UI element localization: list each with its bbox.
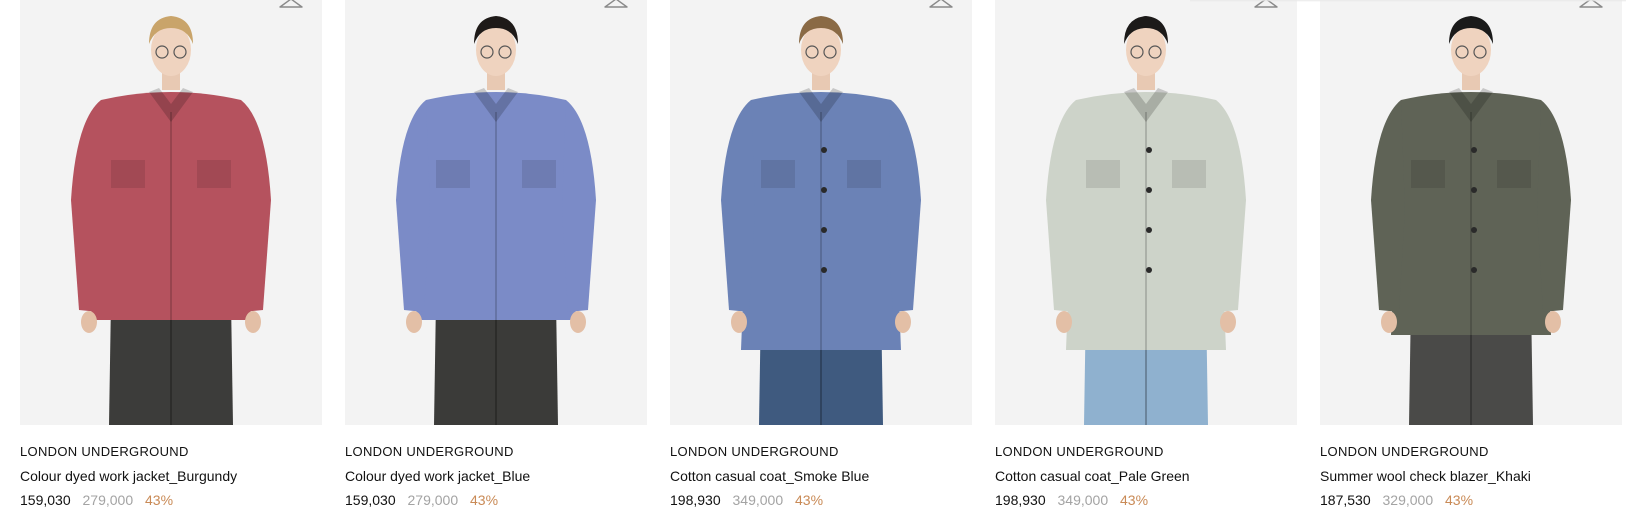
sale-price: 159,030 xyxy=(20,492,71,508)
product-image[interactable] xyxy=(20,0,322,425)
discount-rate: 43% xyxy=(470,492,499,508)
product-name[interactable]: Colour dyed work jacket_Blue xyxy=(345,468,647,485)
product-name[interactable]: Cotton casual coat_Smoke Blue xyxy=(670,468,972,485)
product-prices: 159,030 279,000 43% xyxy=(345,492,647,509)
original-price: 329,000 xyxy=(1382,492,1434,508)
product-card[interactable]: LONDON UNDERGROUND Colour dyed work jack… xyxy=(20,0,322,511)
original-price: 349,000 xyxy=(1057,492,1109,508)
product-info: LONDON UNDERGROUND Cotton casual coat_Sm… xyxy=(670,425,972,509)
product-brand[interactable]: LONDON UNDERGROUND xyxy=(20,444,322,460)
product-image[interactable] xyxy=(345,0,647,425)
product-prices: 198,930 349,000 43% xyxy=(995,492,1297,509)
product-brand[interactable]: LONDON UNDERGROUND xyxy=(345,444,647,460)
model-photo xyxy=(670,0,972,425)
sale-price: 198,930 xyxy=(670,492,721,508)
model-photo xyxy=(20,0,322,425)
product-info: LONDON UNDERGROUND Colour dyed work jack… xyxy=(20,425,322,509)
hanger-icon[interactable] xyxy=(278,0,304,10)
original-price: 279,000 xyxy=(82,492,134,508)
model-photo xyxy=(345,0,647,425)
model-photo xyxy=(995,0,1297,425)
product-brand[interactable]: LONDON UNDERGROUND xyxy=(995,444,1297,460)
product-info: LONDON UNDERGROUND Summer wool check bla… xyxy=(1320,425,1622,509)
product-card[interactable]: LONDON UNDERGROUND Summer wool check bla… xyxy=(1320,0,1622,511)
product-image[interactable] xyxy=(1320,0,1622,425)
product-name[interactable]: Colour dyed work jacket_Burgundy xyxy=(20,468,322,485)
product-card[interactable]: LONDON UNDERGROUND Cotton casual coat_Pa… xyxy=(995,0,1297,511)
product-name[interactable]: Summer wool check blazer_Khaki xyxy=(1320,468,1622,485)
hanger-icon[interactable] xyxy=(928,0,954,10)
discount-rate: 43% xyxy=(795,492,824,508)
original-price: 349,000 xyxy=(732,492,784,508)
product-info: LONDON UNDERGROUND Cotton casual coat_Pa… xyxy=(995,425,1297,509)
product-image[interactable] xyxy=(670,0,972,425)
product-image[interactable] xyxy=(995,0,1297,425)
product-brand[interactable]: LONDON UNDERGROUND xyxy=(670,444,972,460)
product-prices: 159,030 279,000 43% xyxy=(20,492,322,509)
product-name[interactable]: Cotton casual coat_Pale Green xyxy=(995,468,1297,485)
product-card[interactable]: LONDON UNDERGROUND Colour dyed work jack… xyxy=(345,0,647,511)
sale-price: 159,030 xyxy=(345,492,396,508)
product-grid: LONDON UNDERGROUND Colour dyed work jack… xyxy=(0,0,1626,511)
overlay-shadow xyxy=(1190,0,1626,2)
product-prices: 187,530 329,000 43% xyxy=(1320,492,1622,509)
discount-rate: 43% xyxy=(145,492,174,508)
product-brand[interactable]: LONDON UNDERGROUND xyxy=(1320,444,1622,460)
model-photo xyxy=(1320,0,1622,425)
hanger-icon[interactable] xyxy=(603,0,629,10)
original-price: 279,000 xyxy=(407,492,459,508)
sale-price: 187,530 xyxy=(1320,492,1371,508)
discount-rate: 43% xyxy=(1120,492,1149,508)
product-info: LONDON UNDERGROUND Colour dyed work jack… xyxy=(345,425,647,509)
discount-rate: 43% xyxy=(1445,492,1474,508)
product-prices: 198,930 349,000 43% xyxy=(670,492,972,509)
product-card[interactable]: LONDON UNDERGROUND Cotton casual coat_Sm… xyxy=(670,0,972,511)
sale-price: 198,930 xyxy=(995,492,1046,508)
